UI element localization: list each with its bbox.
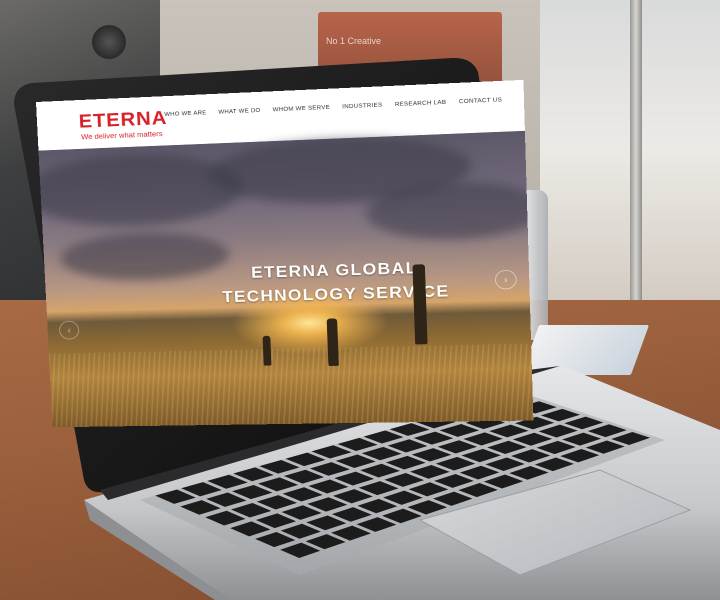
nav-who-we-are[interactable]: WHO WE ARE: [164, 110, 206, 117]
keyboard-key: [311, 445, 352, 459]
keyboard-key: [509, 466, 549, 480]
keyboard-key: [381, 508, 422, 524]
keyboard-key: [587, 424, 627, 438]
keyboard-key: [562, 432, 602, 446]
keyboard-key: [307, 497, 348, 512]
keyboard-key: [363, 430, 404, 444]
nav-what-we-do[interactable]: WHAT WE DO: [218, 108, 260, 115]
site-nav: WHO WE ARE WHAT WE DO WHOM WE SERVE INDU…: [164, 97, 502, 117]
keyboard-key: [360, 463, 400, 478]
keyboard-key: [255, 532, 296, 548]
keyboard-key: [357, 498, 398, 514]
keyboard-key: [384, 473, 425, 487]
prev-slide-icon[interactable]: ‹: [58, 320, 80, 340]
keyboard-key: [305, 534, 346, 550]
keyboard-key: [512, 432, 553, 446]
keyboard-key: [538, 424, 578, 438]
keyboard-key: [534, 457, 574, 472]
person-silhouette: [326, 318, 339, 366]
keyboard-key: [387, 439, 428, 453]
keyboard-key: [461, 448, 501, 463]
keyboard-key: [611, 431, 651, 446]
hero-banner: ETERNA GLOBAL TECHNOLOGY SERVICE › ‹: [36, 130, 534, 428]
keyboard-key: [383, 490, 423, 505]
keyboard-key: [536, 440, 576, 455]
keyboard-key: [285, 452, 326, 467]
keyboard-key: [439, 424, 480, 437]
keyboard-key: [458, 483, 498, 498]
keyboard-key: [564, 416, 604, 430]
laptop-screen-website: ETERNA We deliver what matters WHO WE AR…: [36, 79, 534, 428]
keyboard-key: [308, 479, 349, 494]
nav-contact-us[interactable]: CONTACT US: [459, 97, 502, 105]
keyboard-key: [282, 487, 323, 502]
keyboard-key: [410, 464, 450, 479]
keyboard-key: [385, 455, 426, 470]
keyboard-key: [432, 491, 473, 506]
keyboard-key: [356, 517, 397, 532]
keyboard-key: [510, 449, 551, 463]
keyboard-key: [337, 437, 378, 452]
keyboard-key: [280, 542, 321, 558]
keyboard-key: [487, 440, 527, 454]
keyboard-key: [408, 482, 449, 497]
keyboard-key: [489, 424, 529, 438]
keyboard-key: [331, 507, 372, 522]
keyboard-key: [459, 465, 500, 480]
keyboard-key: [485, 457, 525, 472]
cloud: [36, 150, 245, 230]
nav-whom-we-serve[interactable]: WHOM WE SERVE: [273, 105, 331, 113]
nav-industries[interactable]: INDUSTRIES: [342, 103, 382, 110]
cloud: [59, 230, 231, 283]
keyboard-key: [540, 408, 581, 422]
keyboard-key: [413, 431, 454, 445]
keyboard-key: [407, 500, 448, 515]
keyboard-key: [331, 525, 371, 541]
keyboard-key: [411, 448, 452, 462]
keyboard-key: [463, 432, 503, 446]
grass-field: [48, 343, 534, 428]
keyboard-key: [358, 481, 399, 496]
keyboard-key: [437, 440, 478, 454]
keyboard-key: [483, 474, 524, 489]
keyboard-key: [334, 471, 375, 486]
nav-research-lab[interactable]: RESEARCH LAB: [395, 100, 447, 108]
keyboard-key: [585, 440, 625, 454]
keyboard-key: [335, 454, 376, 469]
keyboard-key: [361, 446, 402, 461]
keyboard-key: [560, 448, 600, 463]
keyboard-key: [306, 515, 347, 531]
next-slide-icon[interactable]: ›: [494, 269, 517, 290]
keyboard-key: [332, 489, 373, 504]
keyboard-key: [281, 505, 322, 520]
keyboard-key: [389, 423, 430, 436]
keyboard-key: [309, 462, 350, 476]
keyboard-key: [283, 469, 325, 484]
person-silhouette: [262, 335, 272, 366]
keyboard-key: [434, 474, 474, 488]
keyboard-key: [435, 456, 476, 471]
